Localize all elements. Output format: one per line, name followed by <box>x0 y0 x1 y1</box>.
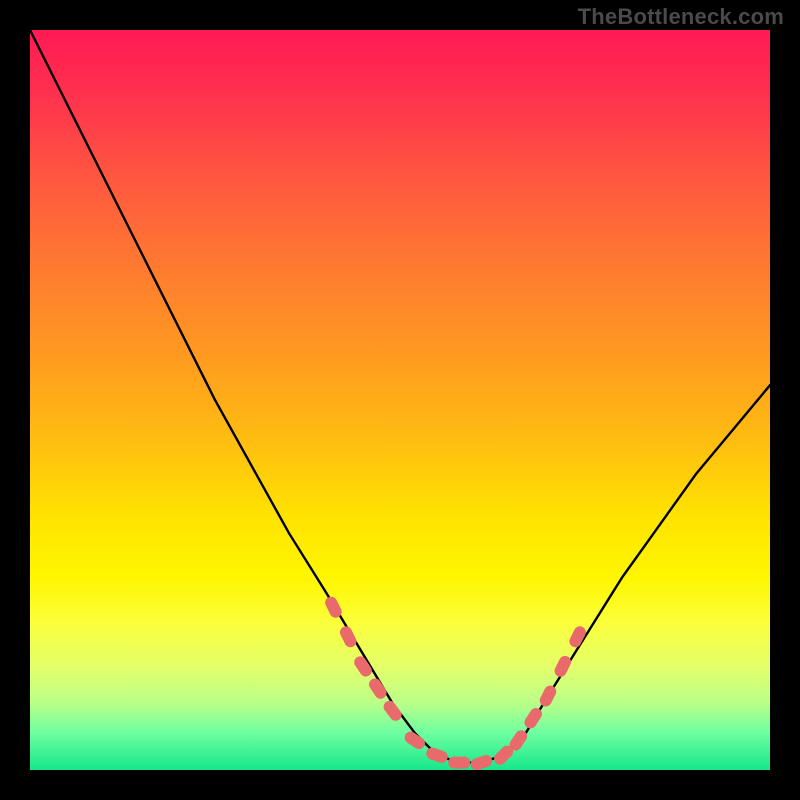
bottleneck-curve <box>30 30 770 763</box>
highlight-dot <box>538 683 559 708</box>
plot-svg <box>30 30 770 770</box>
highlight-dots <box>323 595 588 770</box>
plot-panel <box>30 30 770 770</box>
chart-stage: TheBottleneck.com <box>0 0 800 800</box>
highlight-dot <box>448 757 470 769</box>
highlight-dot <box>367 676 389 701</box>
highlight-dot <box>553 654 574 679</box>
highlight-dot <box>469 753 494 770</box>
highlight-dot <box>425 746 450 764</box>
highlight-dot <box>381 698 404 723</box>
watermark-text: TheBottleneck.com <box>578 4 784 30</box>
highlight-dot <box>338 624 359 649</box>
